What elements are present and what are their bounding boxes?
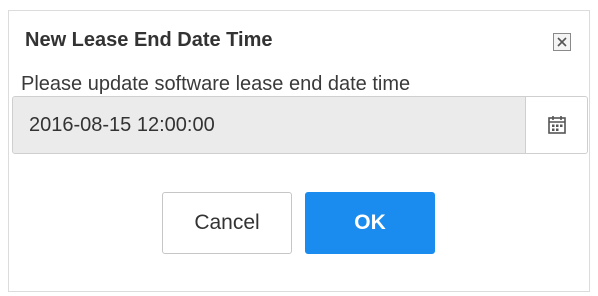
dialog-title: New Lease End Date Time [25, 29, 273, 51]
close-icon [557, 37, 567, 47]
close-button[interactable] [553, 33, 571, 51]
lease-end-datetime-field [12, 96, 588, 154]
calendar-button[interactable] [525, 97, 587, 153]
dialog-message: Please update software lease end date ti… [21, 73, 411, 95]
calendar-icon [547, 116, 566, 134]
cancel-button[interactable]: Cancel [162, 192, 292, 254]
ok-button[interactable]: OK [305, 192, 435, 254]
lease-end-datetime-input[interactable] [13, 97, 525, 153]
